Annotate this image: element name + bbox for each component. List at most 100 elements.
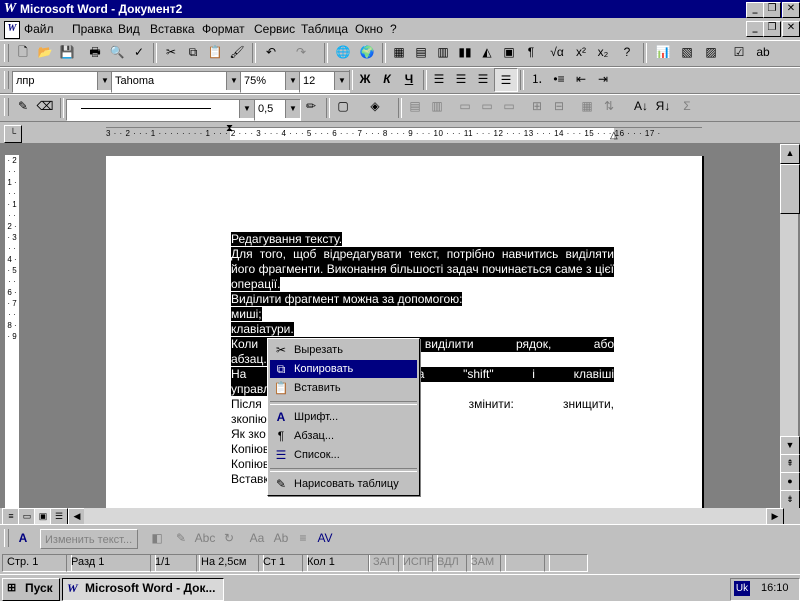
doc-restore-button[interactable]: ❐ [763,21,781,37]
menu-item-draw-table[interactable]: ✎ Нарисовать таблицу [270,475,417,493]
horizontal-scroll-track[interactable] [84,508,766,524]
menu-tools[interactable]: Сервис [254,22,295,36]
font-select[interactable]: Tahoma ▼ [111,71,242,93]
chevron-down-icon[interactable]: ▼ [97,72,112,90]
edit-wordart-text-button[interactable]: Изменить текст... [40,529,138,549]
table-autoformat-icon[interactable]: ▦ [576,95,598,117]
autosum-icon[interactable]: Σ [676,95,698,117]
bullets-icon[interactable]: •≡ [548,68,570,90]
drawing-icon[interactable]: ◭ [476,41,498,63]
menu-insert[interactable]: Вставка [150,22,195,36]
vertical-scrollbar[interactable]: ▲ ▼ ⇞ ● ⇟ [780,144,800,510]
alignment-icon[interactable]: ≡ [292,527,314,549]
form-field-icon[interactable]: ▧ [676,41,698,63]
zoom-select[interactable]: 75% ▼ [240,71,301,93]
minimize-button[interactable]: _ [746,2,764,18]
increase-indent-icon[interactable]: ⇥ [592,68,614,90]
sort-ascending-icon[interactable]: A↓ [630,95,652,117]
vertical-ruler[interactable]: · 2 · · 1 · · · · 1 · · 2 · · 3 · · 4 · … [4,154,20,510]
character-spacing-icon[interactable]: AV [314,527,336,549]
line-style-select[interactable]: ▼ [66,99,255,121]
chevron-down-icon[interactable]: ▼ [334,72,349,90]
align-bottom-icon[interactable]: ▭ [498,95,520,117]
tables-borders-icon[interactable]: ▦ [388,41,410,63]
toolbar-grip[interactable] [4,529,9,547]
previous-page-icon[interactable]: ⇞ [780,454,800,474]
document-line[interactable]: клавіатури. [231,322,614,337]
align-left-icon[interactable]: ☰ [428,68,450,90]
document-line[interactable]: Виділити фрагмент можна за допомогою: [231,292,614,307]
document-line[interactable]: Редагування тексту. [231,232,614,247]
cut-icon[interactable]: ✂ [160,41,182,63]
copy-icon[interactable]: ⧉ [182,41,204,63]
align-top-icon[interactable]: ▭ [454,95,476,117]
menu-item-paragraph[interactable]: ¶ Абзац... [270,427,417,445]
align-right-icon[interactable]: ☰ [472,68,494,90]
insert-table-icon[interactable]: ▤ [410,41,432,63]
shading-color-icon[interactable]: ◈ [364,95,386,117]
merge-cells-icon[interactable]: ▤ [404,95,426,117]
menu-item-paste[interactable]: 📋 Вставить [270,379,417,397]
distribute-columns-icon[interactable]: ⊟ [548,95,570,117]
undo-icon[interactable]: ↶ [260,41,282,63]
scroll-down-icon[interactable]: ▼ [780,436,800,456]
ruler-bar[interactable]: 3 · · 2 · · · 1 · · · · · · · · 1 · · · … [106,123,702,141]
format-painter-icon[interactable]: 🖌 [226,41,248,63]
close-button[interactable]: ✕ [782,2,800,18]
menu-file[interactable]: Файл [24,22,54,36]
menu-format[interactable]: Формат [202,22,245,36]
print-icon[interactable]: 🖶 [84,41,106,63]
line-weight-select[interactable]: 0,5 ▼ [254,99,301,121]
document-line[interactable]: миші; [231,307,614,322]
print-preview-icon[interactable]: 🔍 [106,41,128,63]
italic-button[interactable]: К [376,68,398,90]
start-button[interactable]: ⊞ Пуск [2,578,60,601]
indent-marker-icon[interactable]: ⧗ [226,123,233,134]
wordart-shape-icon[interactable]: Abc [194,527,216,549]
superscript-icon[interactable]: x² [570,41,592,63]
new-document-icon[interactable]: 🗋 [12,41,34,63]
subscript-icon[interactable]: x₂ [592,41,614,63]
free-rotate-icon[interactable]: ↻ [218,527,240,549]
task-word-button[interactable]: W Microsoft Word - Док... [62,578,224,601]
next-page-icon[interactable]: ⇟ [780,490,800,510]
align-center-icon[interactable]: ☰ [450,68,472,90]
bold-button[interactable]: Ж [354,68,376,90]
text-direction-icon[interactable]: ⇅ [598,95,620,117]
menu-help[interactable]: ? [390,22,397,36]
select-browse-object-icon[interactable]: ● [780,472,800,492]
vertical-text-icon[interactable]: Ab [270,527,292,549]
chevron-down-icon[interactable]: ▼ [285,72,300,90]
doc-minimize-button[interactable]: _ [746,21,764,37]
word-app-icon[interactable]: W [2,1,18,17]
text-field-icon[interactable]: ab [752,41,774,63]
menu-item-font[interactable]: A Шрифт... [270,408,417,426]
outside-border-icon[interactable]: ▢ [332,95,354,117]
hyperlink-icon[interactable]: 🌐 [332,41,354,63]
menu-item-cut[interactable]: ✂ Вырезать [270,341,417,359]
paste-icon[interactable]: 📋 [204,41,226,63]
border-color-icon[interactable]: ✏ [300,95,322,117]
web-toolbar-icon[interactable]: 🌍 [356,41,378,63]
split-cells-icon[interactable]: ▥ [426,95,448,117]
checkbox-field-icon[interactable]: ☑ [728,41,750,63]
numbering-icon[interactable]: ⒈ [526,68,548,90]
spelling-icon[interactable]: ✓ [128,41,150,63]
same-letter-heights-icon[interactable]: Aa [246,527,268,549]
equation-icon[interactable]: √α [546,41,568,63]
format-wordart-icon[interactable]: ✎ [170,527,192,549]
columns-icon[interactable]: ▮▮ [454,41,476,63]
decrease-indent-icon[interactable]: ⇤ [570,68,592,90]
toolbar-grip[interactable] [4,98,9,116]
eraser-icon[interactable]: ⌫ [34,95,56,117]
scroll-up-icon[interactable]: ▲ [780,144,800,164]
office-assistant-icon[interactable]: ? [616,41,638,63]
wordart-icon[interactable]: A [12,527,34,549]
menu-item-copy[interactable]: ⧉ Копировать [270,360,417,378]
save-icon[interactable]: 💾 [56,41,78,63]
align-middle-icon[interactable]: ▭ [476,95,498,117]
menu-edit[interactable]: Правка [72,22,113,36]
toolbar-grip[interactable] [4,44,9,62]
underline-button[interactable]: Ч [398,68,420,90]
doc-close-button[interactable]: ✕ [782,21,800,37]
